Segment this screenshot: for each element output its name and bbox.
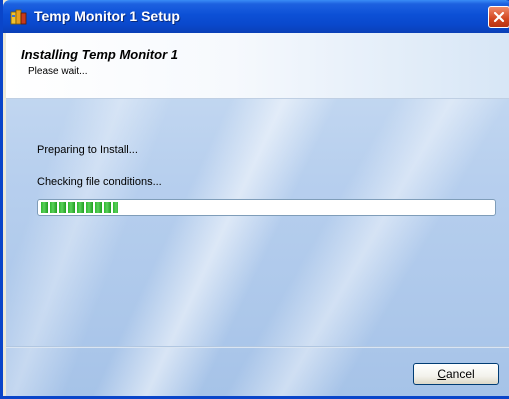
close-button[interactable] xyxy=(488,6,509,28)
page-title: Installing Temp Monitor 1 xyxy=(21,47,178,62)
installer-icon xyxy=(10,8,27,25)
install-progress-bar xyxy=(37,199,496,216)
cancel-button[interactable]: Cancel xyxy=(413,363,499,385)
setup-window: Temp Monitor 1 Setup Installing Temp Mon… xyxy=(0,0,509,399)
cancel-label: ancel xyxy=(445,367,475,381)
close-icon xyxy=(493,11,505,23)
progress-fill xyxy=(41,202,118,213)
page-subtitle: Please wait... xyxy=(28,66,88,77)
cancel-mnemonic: C xyxy=(437,367,446,381)
status-text-secondary: Checking file conditions... xyxy=(37,176,162,188)
content-area: Installing Temp Monitor 1 Please wait...… xyxy=(6,33,509,396)
status-text-primary: Preparing to Install... xyxy=(37,144,138,156)
title-bar[interactable]: Temp Monitor 1 Setup xyxy=(3,0,509,33)
header-panel: Installing Temp Monitor 1 Please wait... xyxy=(6,33,509,99)
footer-divider xyxy=(6,346,509,348)
window-title: Temp Monitor 1 Setup xyxy=(34,8,180,24)
